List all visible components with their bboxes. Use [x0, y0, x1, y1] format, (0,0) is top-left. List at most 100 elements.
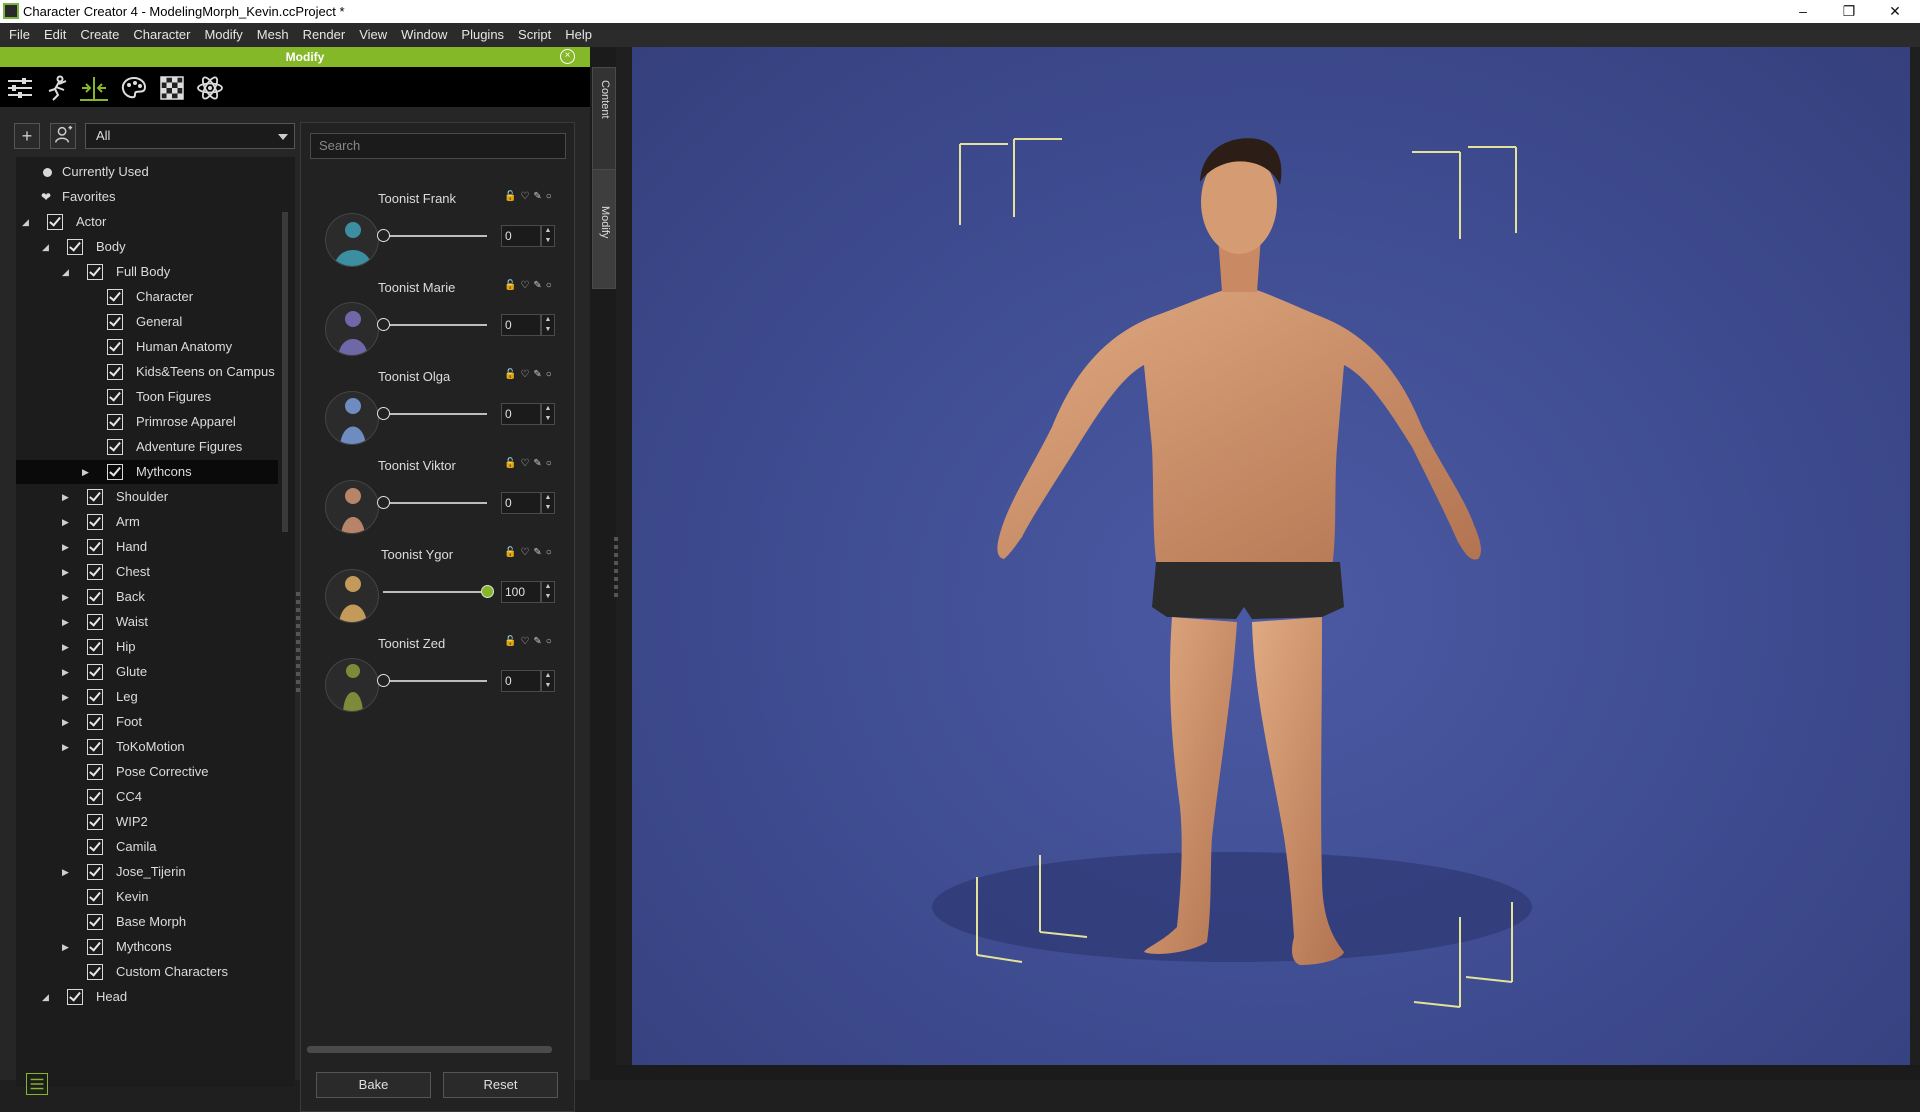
expand-icon[interactable]: ▶ — [62, 485, 74, 509]
tree-item-camila[interactable]: Camila — [16, 835, 278, 859]
value-spinner[interactable]: ▲ ▼ — [541, 314, 555, 336]
morph-slider-track[interactable] — [383, 502, 487, 504]
pose-icon[interactable] — [44, 75, 72, 101]
tree-checkbox[interactable] — [107, 289, 123, 305]
tree-item-adventure-figures[interactable]: Adventure Figures — [16, 435, 278, 459]
search-input[interactable]: Search — [310, 133, 566, 159]
menu-edit[interactable]: Edit — [37, 23, 73, 47]
value-spinner[interactable]: ▲ ▼ — [541, 403, 555, 425]
tree-checkbox[interactable] — [87, 614, 103, 630]
morph-action-icons[interactable]: 🔓♡✎○ — [504, 191, 556, 202]
tree-item-general[interactable]: General — [16, 310, 278, 334]
tree-checkbox[interactable] — [107, 439, 123, 455]
tree-item-character[interactable]: Character — [16, 285, 278, 309]
morph-value-input[interactable]: 0 — [501, 492, 541, 514]
morph-thumbnail[interactable] — [325, 569, 379, 623]
tree-checkbox[interactable] — [87, 489, 103, 505]
tree-item-custom-characters[interactable]: Custom Characters — [16, 960, 278, 984]
expand-icon[interactable]: ▶ — [62, 560, 74, 584]
tree-checkbox[interactable] — [107, 339, 123, 355]
tree-checkbox[interactable] — [67, 989, 83, 1005]
morph-slider-track[interactable] — [383, 413, 487, 415]
menu-mesh[interactable]: Mesh — [250, 23, 296, 47]
collapse-icon[interactable]: ◢ — [42, 235, 54, 259]
tree-item-head[interactable]: ◢ Head — [16, 985, 278, 1009]
expand-icon[interactable]: ▶ — [62, 610, 74, 634]
tree-item-glute[interactable]: ▶ Glute — [16, 660, 278, 684]
tree-item-base-morph[interactable]: Base Morph — [16, 910, 278, 934]
full-body-checkbox[interactable] — [87, 264, 103, 280]
morph-slider-track[interactable] — [383, 680, 487, 682]
tree-checkbox[interactable] — [87, 664, 103, 680]
expand-icon[interactable]: ▶ — [62, 635, 74, 659]
tree-item-toon-figures[interactable]: Toon Figures — [16, 385, 278, 409]
expand-icon[interactable]: ▶ — [62, 660, 74, 684]
expand-icon[interactable]: ▶ — [62, 710, 74, 734]
morph-thumbnail[interactable] — [325, 302, 379, 356]
menu-render[interactable]: Render — [296, 23, 353, 47]
menu-character[interactable]: Character — [126, 23, 197, 47]
tree-checkbox[interactable] — [87, 564, 103, 580]
morph-slider-knob[interactable] — [377, 318, 390, 331]
menu-view[interactable]: View — [352, 23, 394, 47]
morph-action-icons[interactable]: 🔓♡✎○ — [504, 458, 556, 469]
tree-item-hand[interactable]: ▶ Hand — [16, 535, 278, 559]
sliders-icon[interactable] — [6, 75, 34, 101]
category-filter-dropdown[interactable]: All — [85, 123, 295, 149]
menu-file[interactable]: File — [0, 23, 37, 47]
tree-item-back[interactable]: ▶ Back — [16, 585, 278, 609]
morph-value-input[interactable]: 0 — [501, 670, 541, 692]
atom-icon[interactable] — [196, 75, 224, 101]
tree-item-currently-used[interactable]: Currently Used — [16, 160, 278, 184]
3d-viewport[interactable] — [632, 47, 1910, 1065]
tree-item-wip2[interactable]: WIP2 — [16, 810, 278, 834]
morph-value-input[interactable]: 0 — [501, 225, 541, 247]
tree-checkbox[interactable] — [107, 464, 123, 480]
add-category-button[interactable]: + — [14, 123, 40, 149]
expand-icon[interactable]: ▶ — [62, 935, 74, 959]
tree-item-primrose-apparel[interactable]: Primrose Apparel — [16, 410, 278, 434]
tree-item-arm[interactable]: ▶ Arm — [16, 510, 278, 534]
tree-item-body[interactable]: ◢ Body — [16, 235, 278, 259]
tree-item-full-body[interactable]: ◢ Full Body — [16, 260, 278, 284]
menu-script[interactable]: Script — [511, 23, 558, 47]
list-view-icon[interactable] — [26, 1073, 48, 1095]
morph-slider-track[interactable] — [383, 591, 487, 593]
morph-action-icons[interactable]: 🔓♡✎○ — [504, 369, 556, 380]
tree-item-mythcons[interactable]: ▶ Mythcons — [16, 935, 278, 959]
tree-item-chest[interactable]: ▶ Chest — [16, 560, 278, 584]
tree-checkbox[interactable] — [87, 914, 103, 930]
tree-checkbox[interactable] — [87, 689, 103, 705]
tree-checkbox[interactable] — [107, 414, 123, 430]
collapse-icon[interactable]: ◢ — [62, 260, 74, 284]
menu-create[interactable]: Create — [73, 23, 126, 47]
collapse-icon[interactable]: ◢ — [42, 985, 54, 1009]
tree-item-waist[interactable]: ▶ Waist — [16, 610, 278, 634]
morph-action-icons[interactable]: 🔓♡✎○ — [504, 636, 556, 647]
expand-icon[interactable]: ▶ — [62, 685, 74, 709]
minimize-button[interactable]: – — [1780, 0, 1826, 23]
add-user-category-button[interactable] — [50, 123, 76, 149]
tree-checkbox[interactable] — [87, 539, 103, 555]
tree-item-hip[interactable]: ▶ Hip — [16, 635, 278, 659]
expand-icon[interactable]: ▶ — [62, 735, 74, 759]
close-panel-icon[interactable]: × — [560, 49, 575, 64]
actor-checkbox[interactable] — [47, 214, 63, 230]
tree-item-jose-tijerin[interactable]: ▶ Jose_Tijerin — [16, 860, 278, 884]
menu-modify[interactable]: Modify — [197, 23, 249, 47]
tree-item-kids-teens[interactable]: Kids&Teens on Campus — [16, 360, 278, 384]
tree-checkbox[interactable] — [87, 889, 103, 905]
reset-button[interactable]: Reset — [443, 1072, 558, 1098]
tree-checkbox[interactable] — [87, 714, 103, 730]
tree-checkbox[interactable] — [87, 814, 103, 830]
tree-item-kevin[interactable]: Kevin — [16, 885, 278, 909]
tree-item-cc4[interactable]: CC4 — [16, 785, 278, 809]
tree-checkbox[interactable] — [87, 764, 103, 780]
value-spinner[interactable]: ▲ ▼ — [541, 581, 555, 603]
tree-checkbox[interactable] — [87, 789, 103, 805]
tab-modify[interactable]: Modify — [592, 169, 616, 289]
tree-checkbox[interactable] — [107, 364, 123, 380]
tree-checkbox[interactable] — [87, 839, 103, 855]
tree-checkbox[interactable] — [87, 939, 103, 955]
expand-icon[interactable]: ▶ — [62, 510, 74, 534]
